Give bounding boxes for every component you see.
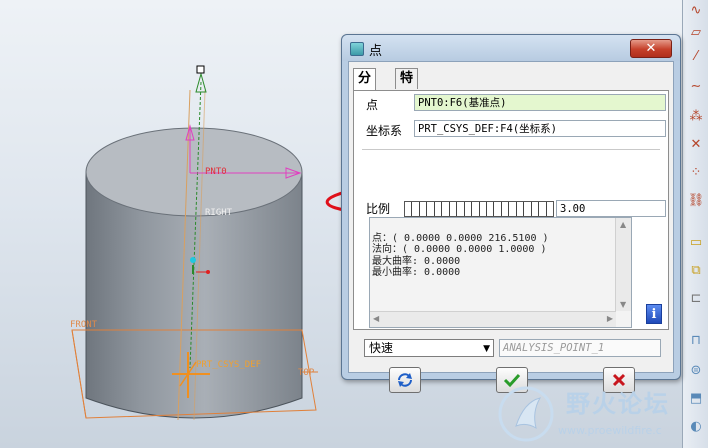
chain-icon[interactable]: ⛓ — [686, 190, 706, 210]
repeat-button[interactable] — [389, 367, 421, 393]
info-icon[interactable]: i — [646, 304, 662, 324]
refresh-icon — [398, 373, 412, 387]
datum-plane-icon[interactable]: ▱ — [686, 22, 706, 42]
mode-dropdown[interactable]: 快速 ▼ — [364, 339, 494, 357]
scroll-down-icon[interactable]: ▼ — [620, 300, 626, 309]
scroll-right-icon[interactable]: ▶ — [607, 314, 613, 323]
right-plane-label[interactable]: RIGHT — [205, 208, 232, 218]
results-vertical-scrollbar[interactable]: ▲ ▼ — [615, 218, 631, 311]
chevron-down-icon: ▼ — [483, 344, 490, 354]
copy-feature-icon[interactable]: ⧉ — [686, 260, 706, 280]
datum-curve-icon[interactable]: ∼ — [686, 76, 706, 96]
pnt0-label[interactable]: PNT0 — [205, 167, 227, 177]
cyan-point — [190, 257, 196, 263]
analysis-name-field[interactable]: ANALYSIS_POINT_1 — [499, 339, 661, 357]
datum-axis-icon[interactable]: ⁄ — [686, 46, 706, 66]
mode-value: 快速 — [369, 341, 394, 355]
scroll-up-icon[interactable]: ▲ — [620, 220, 626, 229]
watermark-title: 野火论坛 — [566, 390, 670, 418]
csys-field-label: 坐标系 — [366, 124, 403, 138]
csys-field[interactable]: PRT_CSYS_DEF:F4(坐标系) — [414, 120, 666, 137]
revolve-icon[interactable]: ◐ — [686, 416, 706, 436]
csys-label[interactable]: PRT_CSYS_DEF — [196, 360, 261, 370]
result-min-curvature: 最小曲率: 0.0000 — [372, 267, 461, 278]
group-icon[interactable]: ⊏ — [686, 288, 706, 308]
point-offset-icon[interactable]: ✕ — [686, 134, 706, 154]
point-field[interactable]: PNT0:F6(基准点) — [414, 94, 666, 111]
result-point: 点：( 0.0000 0.0000 216.5100 ) — [372, 232, 549, 244]
dialog-title: 点 — [369, 44, 383, 59]
top-plane-label[interactable]: TOP — [298, 368, 314, 378]
close-button[interactable]: ✕ — [630, 39, 672, 58]
result-max-curvature: 最大曲率: 0.0000 — [372, 255, 461, 267]
point-dialog: 点 ✕ 分析 特征 点 PNT0:F6(基准点) 坐标系 PRT_CSYS_DE… — [341, 34, 681, 393]
vector-endpoint-handle — [196, 65, 205, 74]
panel-separator — [362, 149, 660, 150]
dialog-client: 分析 特征 点 PNT0:F6(基准点) 坐标系 PRT_CSYS_DEF:F4… — [348, 61, 674, 393]
results-horizontal-scrollbar[interactable]: ◀ ▶ — [370, 311, 616, 327]
result-normal: 法向：( 0.0000 0.0000 1.0000 ) — [372, 244, 547, 255]
point-array-icon[interactable]: ⁘ — [686, 162, 706, 182]
scale-input[interactable]: 3.00 — [556, 200, 666, 217]
watermark: 野火论坛 www.proewildfire.c — [496, 380, 682, 448]
shell-icon[interactable]: ⊓ — [686, 330, 706, 350]
front-plane-label[interactable]: FRONT — [70, 320, 97, 330]
scale-slider[interactable] — [404, 201, 554, 217]
dialog-app-icon — [350, 42, 364, 56]
point-label: 点 — [366, 98, 379, 112]
tab-analysis[interactable]: 分析 — [353, 68, 377, 106]
tab-feature[interactable]: 特征 — [395, 68, 419, 106]
scale-label: 比例 — [366, 202, 391, 216]
results-textarea[interactable]: 点：( 0.0000 0.0000 216.5100 ) 法向：( 0.0000… — [369, 217, 632, 328]
extrude-icon[interactable]: ⬒ — [686, 388, 706, 408]
datum-point-icon[interactable]: ⁂ — [686, 106, 706, 126]
sketch-curve-icon[interactable]: ∿ — [686, 0, 706, 20]
watermark-logo-icon — [498, 386, 554, 442]
dialog-titlebar[interactable]: 点 ✕ — [342, 35, 680, 61]
watermark-url: www.proewildfire.c — [558, 424, 662, 437]
right-toolbar: ∿ ▱ ⁄ ∼ ⁂ ✕ ⁘ ⛓ ▭ ⧉ ⊏ ⊓ ⊜ ⬒ ◐ — [682, 0, 708, 448]
pattern-icon[interactable]: ⊜ — [686, 360, 706, 380]
scroll-left-icon[interactable]: ◀ — [373, 314, 379, 323]
cylinder-top-face — [85, 127, 303, 217]
analysis-icon[interactable]: ▭ — [686, 232, 706, 252]
analysis-panel: 点 PNT0:F6(基准点) 坐标系 PRT_CSYS_DEF:F4(坐标系) … — [353, 90, 669, 330]
